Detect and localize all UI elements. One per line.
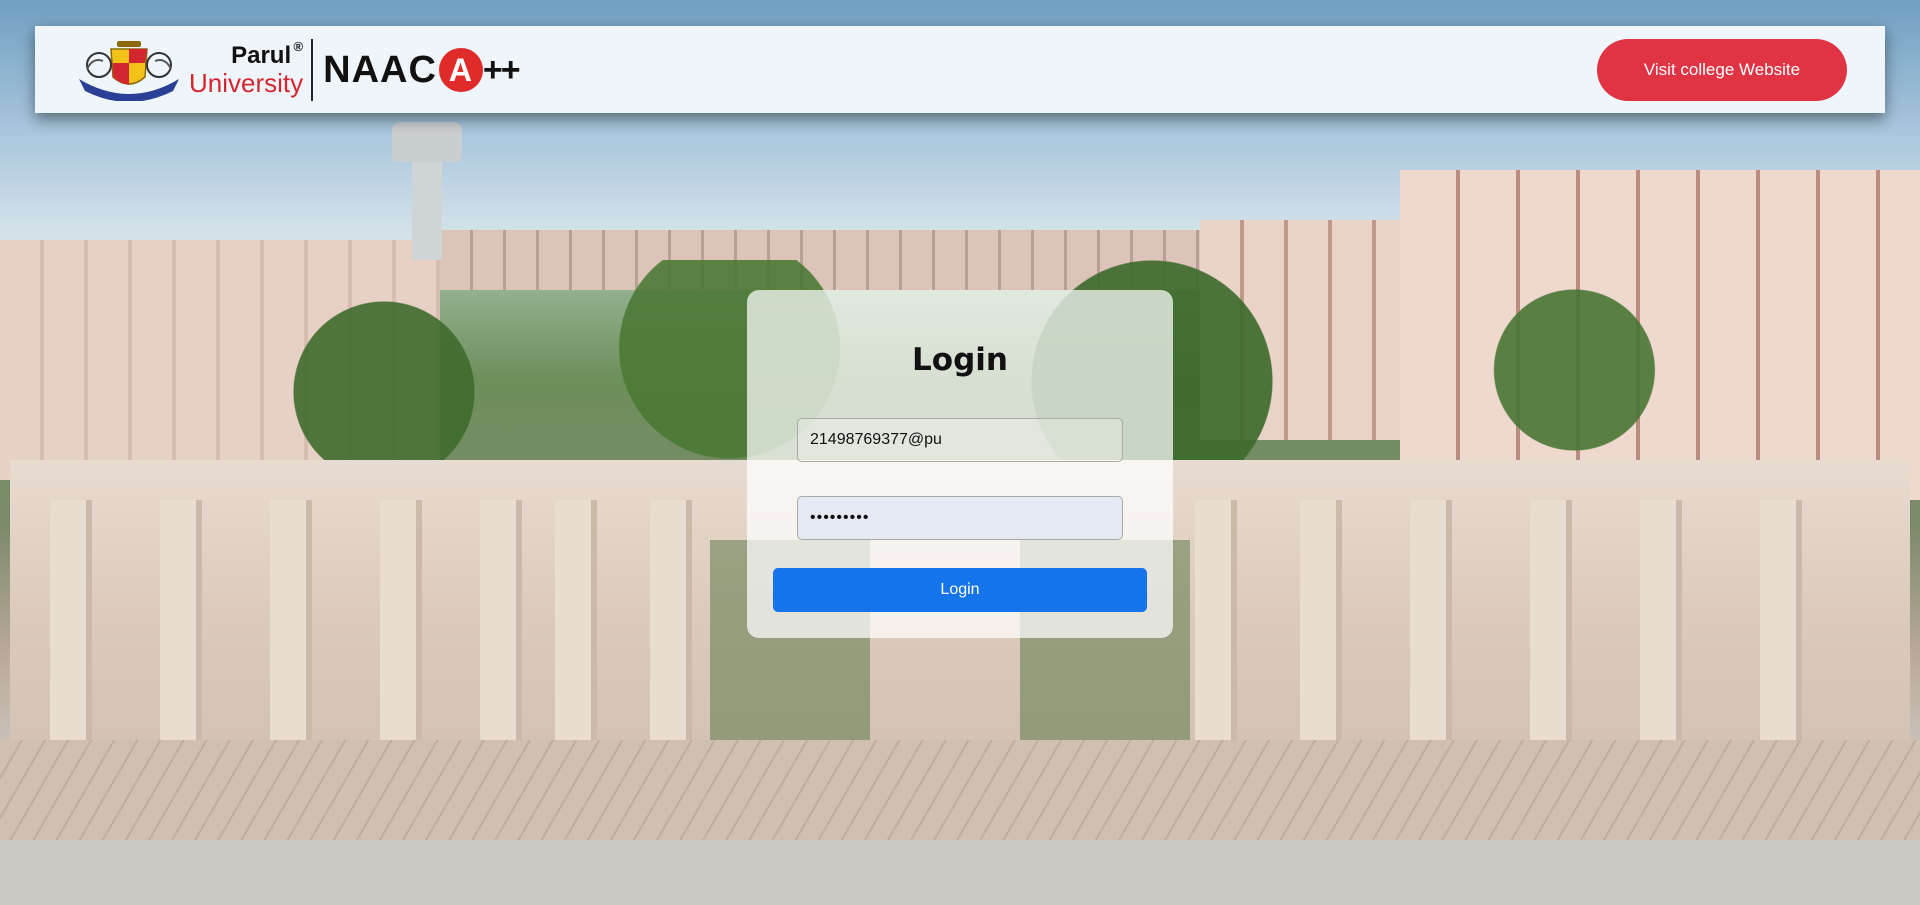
wordmark-parul-text: Parul [231, 42, 292, 69]
naac-grade-suffix: ++ [482, 50, 521, 89]
brand-logos: Parul ® University NAAC A ++ [73, 36, 521, 104]
top-header: Parul ® University NAAC A ++ Visit colleg… [35, 26, 1885, 113]
logo-divider [311, 39, 314, 101]
registered-mark: ® [293, 39, 304, 54]
wordmark-parul: Parul ® [231, 40, 303, 69]
wordmark-university: University [189, 68, 304, 98]
university-crest-icon [73, 39, 185, 102]
water-tower-tank [392, 122, 462, 162]
water-tower [412, 150, 442, 260]
username-input[interactable] [797, 418, 1123, 462]
naac-grade-badge: A [438, 48, 483, 92]
crest-icon [79, 41, 179, 102]
naac-text: NAAC [323, 48, 437, 91]
ground [0, 840, 1920, 905]
login-title: Login [912, 342, 1008, 378]
visit-college-website-button[interactable]: Visit college Website [1597, 39, 1847, 101]
naac-accreditation-logo: NAAC A ++ [323, 48, 521, 92]
password-input[interactable] [797, 496, 1123, 540]
parul-university-wordmark: Parul ® University [189, 40, 304, 98]
login-button[interactable]: Login [773, 568, 1147, 612]
login-card: Login Login [747, 290, 1173, 638]
